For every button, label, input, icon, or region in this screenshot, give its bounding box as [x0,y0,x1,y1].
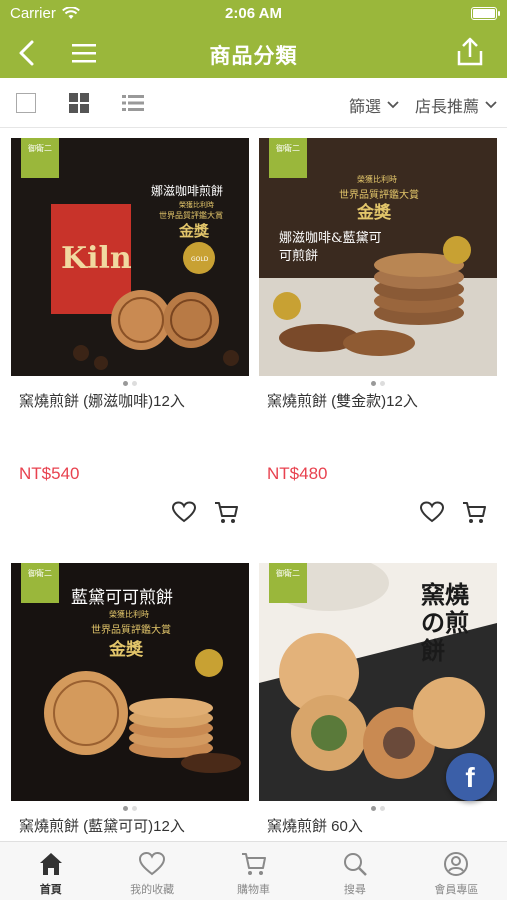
product-grid: Kiln GOLD 御衛二 娜滋咖啡煎餅 榮獲比利時 世界品質評鑑大賞 金獎 窯… [0,129,507,841]
heart-icon[interactable] [419,500,445,524]
status-time: 2:06 AM [225,5,282,22]
sort-label: 店長推薦 [414,99,479,116]
filter-dropdown[interactable]: 篩選 [349,93,399,117]
single-view-icon[interactable] [16,93,36,113]
tab-member[interactable]: 會員專區 [406,842,507,900]
product-name[interactable]: 窯燒煎餅 60入 [259,815,497,841]
brand-logo: 御衛二 [269,563,307,603]
award-gold: 金獎 [357,203,391,222]
product-price: NT$540 [19,464,80,483]
product-card[interactable]: Kiln GOLD 御衛二 娜滋咖啡煎餅 榮獲比利時 世界品質評鑑大賞 金獎 窯… [11,138,249,540]
poster-text: 娜滋咖啡&藍黛可可煎餅 [279,231,382,264]
heart-icon [139,851,166,876]
brand-logo: 御衛二 [21,138,59,178]
nav-bar: 商品分類 [0,28,507,78]
share-icon[interactable] [455,36,485,68]
tab-favorites[interactable]: 我的收藏 [101,842,202,900]
list-view-icon[interactable] [122,94,144,112]
search-icon [343,853,367,876]
poster-text: 藍黛可可煎餅 [71,588,173,608]
product-name[interactable]: 窯燒煎餅 (藍黛可可)12入 [11,815,249,841]
heart-icon[interactable] [171,500,197,524]
svg-text:GOLD: GOLD [191,256,209,263]
poster-text: 窯燒の煎餅 [421,580,469,665]
brand-logo: 御衛二 [21,563,59,603]
cart-icon[interactable] [213,499,239,525]
user-icon [444,852,469,876]
image-pagination [259,801,497,815]
award-gold: 金獎 [109,640,143,659]
award-line: 榮獲比利時 [357,175,397,184]
card-actions [259,494,497,540]
image-pagination [259,376,497,390]
view-toolbar: 篩選 店長推薦 [0,78,507,128]
award-gold: 金獎 [179,223,210,240]
product-price: NT$480 [267,464,328,483]
sort-dropdown[interactable]: 店長推薦 [415,93,497,117]
award-line: 世界品質評鑑大賞 [91,625,171,636]
bottom-tab-bar: 首頁 我的收藏 購物車 搜尋 會員專區 [0,841,507,900]
tab-home[interactable]: 首頁 [0,842,101,900]
svg-text:Kiln: Kiln [61,241,132,276]
award-line: 榮獲比利時 [179,202,214,209]
filter-label: 篩選 [348,99,381,116]
image-pagination [11,801,249,815]
product-name[interactable]: 窯燒煎餅 (娜滋咖啡)12入 [11,390,249,464]
battery-icon [471,7,500,20]
product-image[interactable]: Kiln GOLD 御衛二 娜滋咖啡煎餅 榮獲比利時 世界品質評鑑大賞 金獎 [11,138,249,376]
product-name[interactable]: 窯燒煎餅 (雙金款)12入 [259,390,497,464]
award-line: 榮獲比利時 [109,610,149,619]
cart-icon[interactable] [461,499,487,525]
product-image[interactable]: 御衛二 藍黛可可煎餅 榮獲比利時 世界品質評鑑大賞 金獎 [11,563,249,801]
image-pagination [11,376,249,390]
tab-cart[interactable]: 購物車 [203,842,304,900]
tab-search[interactable]: 搜尋 [304,842,405,900]
card-actions [11,494,249,540]
product-card[interactable]: 御衛二 榮獲比利時 世界品質評鑑大賞 金獎 娜滋咖啡&藍黛可可煎餅 窯燒煎餅 (… [259,138,497,540]
page-title: 商品分類 [209,45,298,68]
status-bar: Carrier 2:06 AM [0,0,507,28]
chevron-down-icon [387,101,399,109]
tab-label: 購物車 [237,884,271,896]
tab-label: 首頁 [39,884,62,896]
home-icon [39,853,62,875]
grid-view-icon[interactable] [69,93,89,113]
facebook-button[interactable]: f [446,753,494,801]
product-card[interactable]: 御衛二 藍黛可可煎餅 榮獲比利時 世界品質評鑑大賞 金獎 窯燒煎餅 (藍黛可可)… [11,563,249,841]
chevron-down-icon [485,101,497,109]
product-image[interactable]: 御衛二 榮獲比利時 世界品質評鑑大賞 金獎 娜滋咖啡&藍黛可可煎餅 [259,138,497,376]
cart-icon [241,853,266,875]
brand-logo: 御衛二 [269,138,307,178]
tab-label: 我的收藏 [130,884,175,896]
tab-label: 會員專區 [434,884,479,896]
tab-label: 搜尋 [343,884,366,896]
poster-text: 娜滋咖啡煎餅 [151,184,224,198]
